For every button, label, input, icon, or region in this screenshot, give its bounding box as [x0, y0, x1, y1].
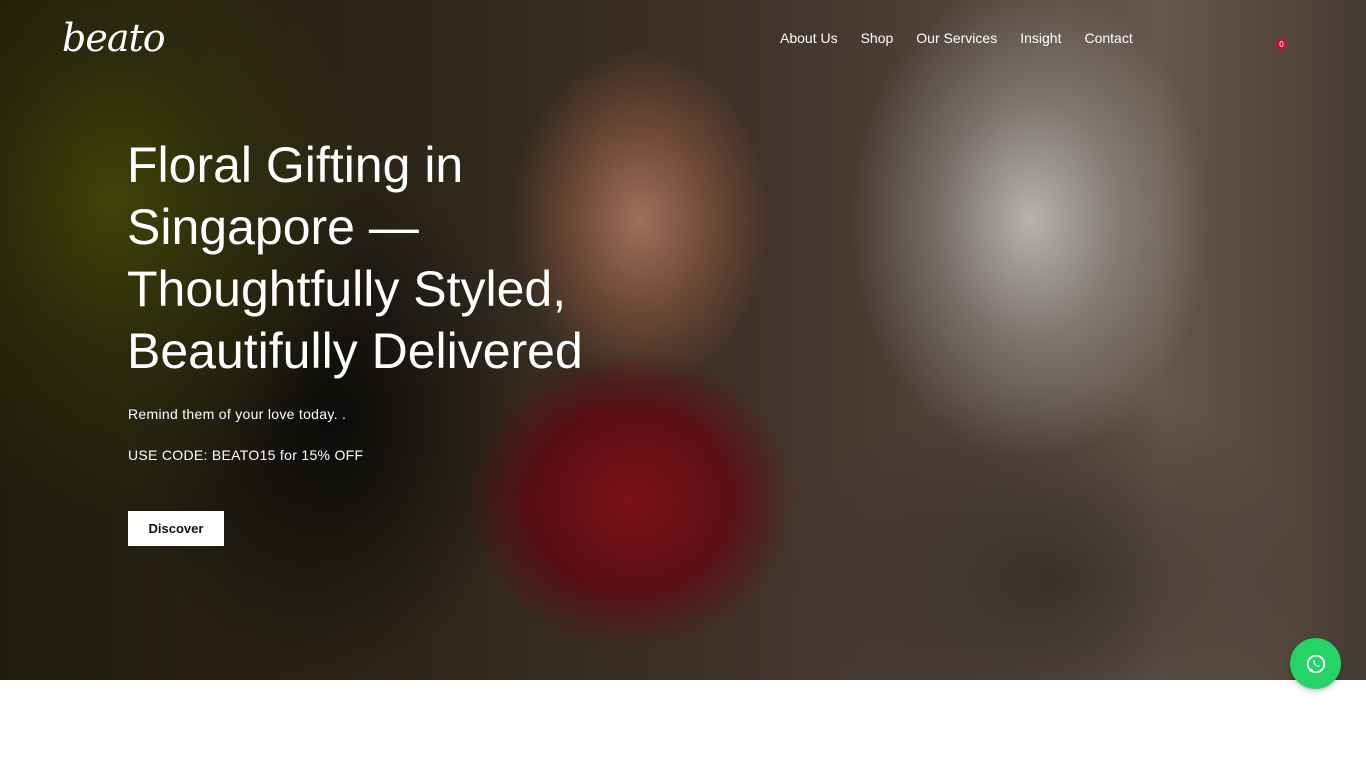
nav-item-about-us[interactable]: About Us: [780, 30, 838, 46]
whatsapp-icon: [1306, 654, 1325, 673]
hero-headline: Floral Gifting in Singapore — Thoughtful…: [127, 137, 583, 379]
nav-item-our-services[interactable]: Our Services: [916, 30, 997, 46]
nav-item-insight[interactable]: Insight: [1020, 30, 1061, 46]
next-section-heading-peek: [0, 756, 1366, 768]
brand-logo[interactable]: beato: [62, 16, 166, 60]
whatsapp-chat-button[interactable]: [1290, 638, 1341, 689]
discover-button[interactable]: Discover: [128, 511, 224, 546]
hero-banner: beato About Us Shop Our Services Insight…: [0, 0, 1366, 680]
promo-code-text: USE CODE: BEATO15 for 15% OFF: [128, 447, 364, 463]
hero-subtext: Remind them of your love today. .: [128, 406, 347, 422]
nav-item-contact[interactable]: Contact: [1084, 30, 1132, 46]
nav-item-shop[interactable]: Shop: [861, 30, 894, 46]
cart-button[interactable]: 0: [1250, 28, 1290, 52]
cart-count-badge: 0: [1276, 39, 1287, 50]
main-navigation: About Us Shop Our Services Insight Conta…: [780, 30, 1156, 46]
